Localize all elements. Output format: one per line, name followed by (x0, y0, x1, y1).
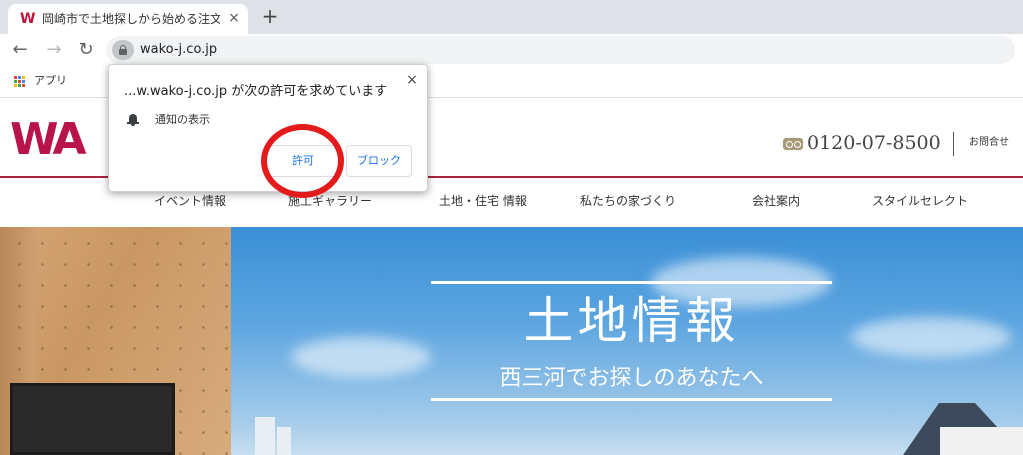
tab-title: 岡崎市で土地探しから始める注文住 (42, 12, 220, 26)
annotation-circle (261, 124, 344, 198)
block-button[interactable]: ブロック (346, 145, 412, 177)
forward-arrow-icon[interactable]: → (42, 38, 66, 62)
nav-item-land-housing[interactable]: 土地・住宅 情報 (439, 193, 527, 209)
back-arrow-icon[interactable]: ← (8, 38, 32, 62)
reload-icon[interactable]: ↻ (74, 38, 98, 62)
header-divider (953, 132, 954, 156)
nav-item-company[interactable]: 会社案内 (752, 193, 800, 209)
free-dial-icon (783, 138, 803, 150)
wako-favicon-icon: W (20, 11, 36, 27)
browser-toolbar: ← → ↻ wako-j.co.jp (0, 34, 1023, 66)
nav-item-our-homes[interactable]: 私たちの家づくり (580, 193, 676, 209)
permission-label: 通知の表示 (155, 113, 210, 126)
popup-title: ...w.wako-j.co.jp が次の許可を求めています (124, 84, 388, 99)
address-bar[interactable]: wako-j.co.jp (106, 36, 1015, 64)
nav-item-events[interactable]: イベント情報 (154, 193, 226, 209)
browser-tab[interactable]: W 岡崎市で土地探しから始める注文住 × (8, 4, 248, 34)
hero-line-bottom (431, 398, 832, 401)
hero-title: 土地情報 (523, 292, 740, 350)
phone-number[interactable]: 0120-07-8500 (807, 130, 941, 156)
nav-item-style-select[interactable]: スタイルセレクト (872, 193, 968, 209)
apps-grid-icon[interactable] (14, 76, 26, 88)
tab-strip: W 岡崎市で土地探しから始める注文住 × + (0, 0, 1023, 34)
new-tab-icon[interactable]: + (258, 4, 282, 28)
close-icon[interactable]: × (403, 71, 421, 89)
tab-close-icon[interactable]: × (226, 10, 242, 26)
hero-line-top (431, 281, 832, 284)
address-url[interactable]: wako-j.co.jp (140, 42, 217, 58)
lock-icon[interactable] (112, 40, 134, 60)
hero-subtitle: 西三河でお探しのあなたへ (499, 366, 764, 391)
contact-link[interactable]: お問合せ (969, 136, 1009, 150)
bell-icon (127, 113, 139, 126)
tv-image (10, 383, 175, 455)
wako-logo[interactable]: WA (10, 116, 87, 164)
apps-bookmark[interactable]: アプリ (34, 74, 67, 88)
interior-photo (0, 227, 231, 455)
